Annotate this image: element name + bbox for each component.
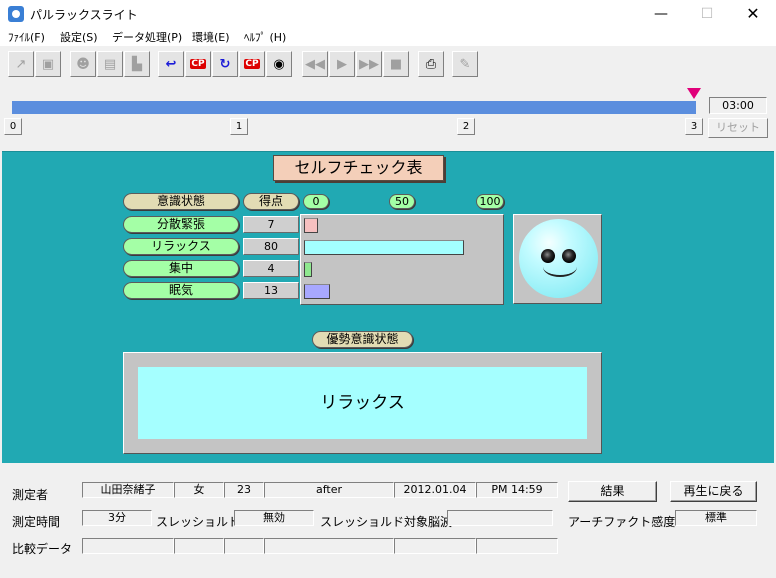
dominant-state-value: リラックス bbox=[138, 367, 587, 439]
save-icon[interactable]: ▣ bbox=[35, 51, 61, 77]
pen-icon[interactable]: ✎ bbox=[452, 51, 478, 77]
state-label-0: 分散緊張 bbox=[123, 216, 239, 233]
header-state: 意識状態 bbox=[123, 193, 239, 210]
menu-bar: ﾌｧｲﾙ(F) 設定(S) データ処理(P) 環境(E) ﾍﾙﾌﾟ (H) bbox=[0, 28, 776, 46]
play-icon[interactable]: ▶ bbox=[329, 51, 355, 77]
dominant-label: 優勢意識状態 bbox=[312, 331, 413, 348]
compare-sex bbox=[174, 538, 224, 554]
reset-button[interactable]: リセット bbox=[708, 118, 768, 138]
scale-max: 100 bbox=[476, 194, 504, 209]
compare-label: 比較データ bbox=[12, 542, 73, 556]
menu-settings[interactable]: 設定(S) bbox=[60, 29, 98, 45]
devices-icon[interactable]: ◉ bbox=[266, 51, 292, 77]
self-check-title: セルフチェック表 bbox=[273, 155, 444, 181]
marker-0[interactable]: 0 bbox=[4, 118, 22, 135]
scale-mid: 50 bbox=[389, 194, 415, 209]
cp-record-icon[interactable]: CP bbox=[185, 51, 211, 77]
menu-data-processing[interactable]: データ処理(P) bbox=[112, 29, 182, 45]
open-icon[interactable]: ↗ bbox=[8, 51, 34, 77]
state-bar-3 bbox=[304, 284, 330, 299]
measurer-label: 測定者 bbox=[12, 488, 49, 502]
close-button[interactable]: ✕ bbox=[730, 0, 776, 28]
graph-icon[interactable]: ▙ bbox=[124, 51, 150, 77]
compare-condition bbox=[264, 538, 394, 554]
dominant-state-box: リラックス bbox=[123, 352, 602, 454]
refresh-icon[interactable]: ↻ bbox=[212, 51, 238, 77]
measurement-condition: after bbox=[264, 482, 394, 498]
state-score-2: 4 bbox=[243, 260, 299, 277]
measurer-name: 山田奈緒子 bbox=[82, 482, 174, 498]
state-bar-2 bbox=[304, 262, 312, 277]
artifact-value: 標準 bbox=[675, 510, 757, 526]
monitor-icon[interactable]: ▤ bbox=[97, 51, 123, 77]
title-bar: パルラックスライト — ☐ ✕ bbox=[0, 0, 776, 28]
state-label-3: 眠気 bbox=[123, 282, 239, 299]
window-title: パルラックスライト bbox=[30, 8, 138, 22]
stop-icon[interactable]: ■ bbox=[383, 51, 409, 77]
menu-environment[interactable]: 環境(E) bbox=[192, 29, 230, 45]
threshold-value: 無効 bbox=[234, 510, 314, 526]
result-button[interactable]: 結果 bbox=[568, 481, 657, 502]
measurer-sex: 女 bbox=[174, 482, 224, 498]
artifact-label: アーチファクト感度 bbox=[568, 515, 676, 529]
smile bbox=[543, 257, 577, 277]
threshold-wave-value bbox=[447, 510, 553, 526]
smiley-face-icon bbox=[519, 219, 598, 298]
score-bar-area bbox=[300, 214, 504, 305]
user-icon[interactable]: ☻ bbox=[70, 51, 96, 77]
progress-bar[interactable] bbox=[12, 101, 696, 114]
print-icon[interactable]: ⎙ bbox=[418, 51, 444, 77]
state-score-0: 7 bbox=[243, 216, 299, 233]
state-score-1: 80 bbox=[243, 238, 299, 255]
threshold-wave-label: スレッショルド対象脳波 bbox=[320, 515, 453, 529]
back-to-playback-button[interactable]: 再生に戻る bbox=[670, 481, 757, 502]
minimize-button[interactable]: — bbox=[638, 0, 684, 28]
threshold-label: スレッショルド bbox=[156, 515, 241, 529]
state-bar-1 bbox=[304, 240, 464, 255]
compare-age bbox=[224, 538, 264, 554]
measurement-date: 2012.01.04 bbox=[394, 482, 476, 498]
state-label-1: リラックス bbox=[123, 238, 239, 255]
maximize-button[interactable]: ☐ bbox=[684, 0, 730, 28]
compare-date bbox=[394, 538, 476, 554]
rewind-icon[interactable]: ◀◀ bbox=[302, 51, 328, 77]
menu-help[interactable]: ﾍﾙﾌﾟ (H) bbox=[244, 29, 286, 45]
menu-file[interactable]: ﾌｧｲﾙ(F) bbox=[8, 29, 45, 45]
fast-forward-icon[interactable]: ▶▶ bbox=[356, 51, 382, 77]
time-display: 03:00 bbox=[709, 97, 767, 114]
measurer-age: 23 bbox=[224, 482, 264, 498]
toolbar: ↗ ▣ ☻ ▤ ▙ ↩ CP ↻ CP ◉ ◀◀ ▶ ▶▶ ■ ⎙ ✎ bbox=[0, 48, 776, 82]
face-indicator bbox=[513, 214, 602, 304]
playhead-marker-icon[interactable] bbox=[687, 88, 701, 99]
compare-name bbox=[82, 538, 174, 554]
cp-refresh-icon[interactable]: CP bbox=[239, 51, 265, 77]
marker-1[interactable]: 1 bbox=[230, 118, 248, 135]
scale-min: 0 bbox=[303, 194, 329, 209]
marker-3[interactable]: 3 bbox=[685, 118, 703, 135]
marker-2[interactable]: 2 bbox=[457, 118, 475, 135]
state-label-2: 集中 bbox=[123, 260, 239, 277]
state-score-3: 13 bbox=[243, 282, 299, 299]
app-icon bbox=[8, 6, 24, 22]
measurement-time: PM 14:59 bbox=[476, 482, 558, 498]
duration-value: 3分 bbox=[82, 510, 152, 526]
return-icon[interactable]: ↩ bbox=[158, 51, 184, 77]
state-bar-0 bbox=[304, 218, 318, 233]
compare-time bbox=[476, 538, 558, 554]
header-score: 得点 bbox=[243, 193, 299, 210]
duration-label: 測定時間 bbox=[12, 515, 61, 529]
